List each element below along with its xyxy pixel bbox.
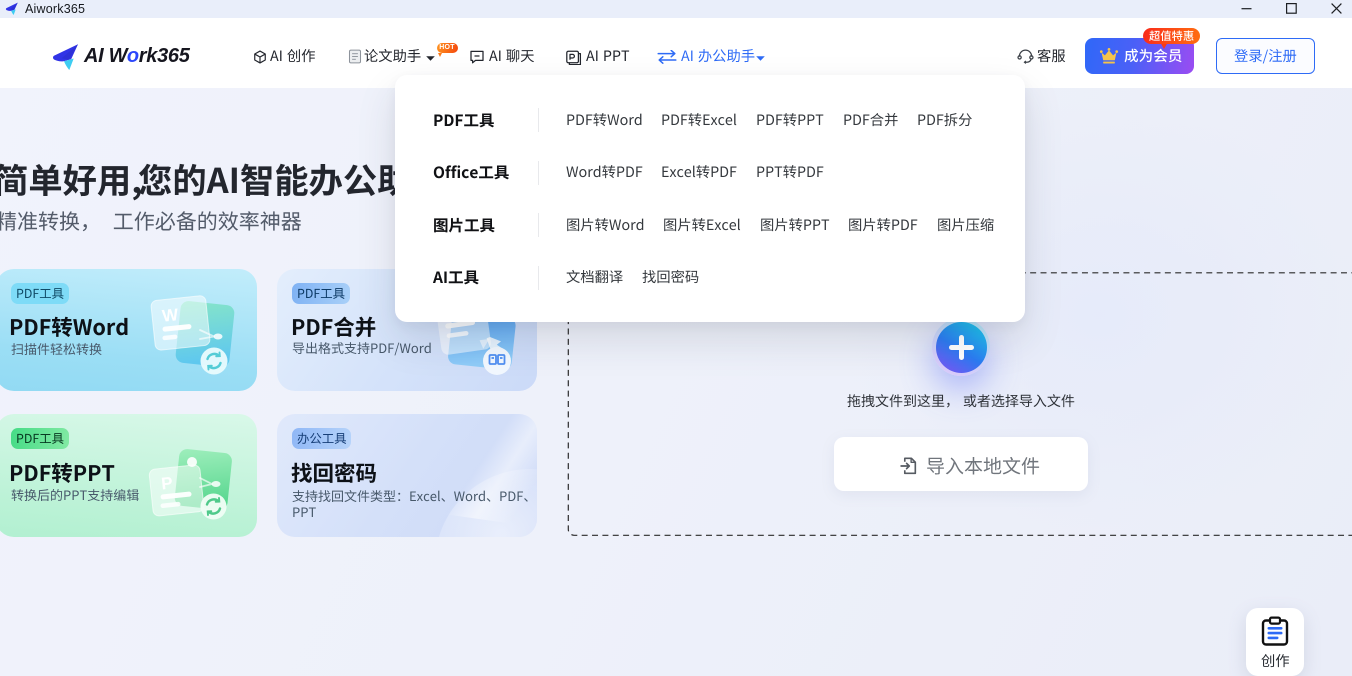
svg-text:W: W (161, 305, 180, 326)
svg-text:P: P (160, 473, 173, 493)
